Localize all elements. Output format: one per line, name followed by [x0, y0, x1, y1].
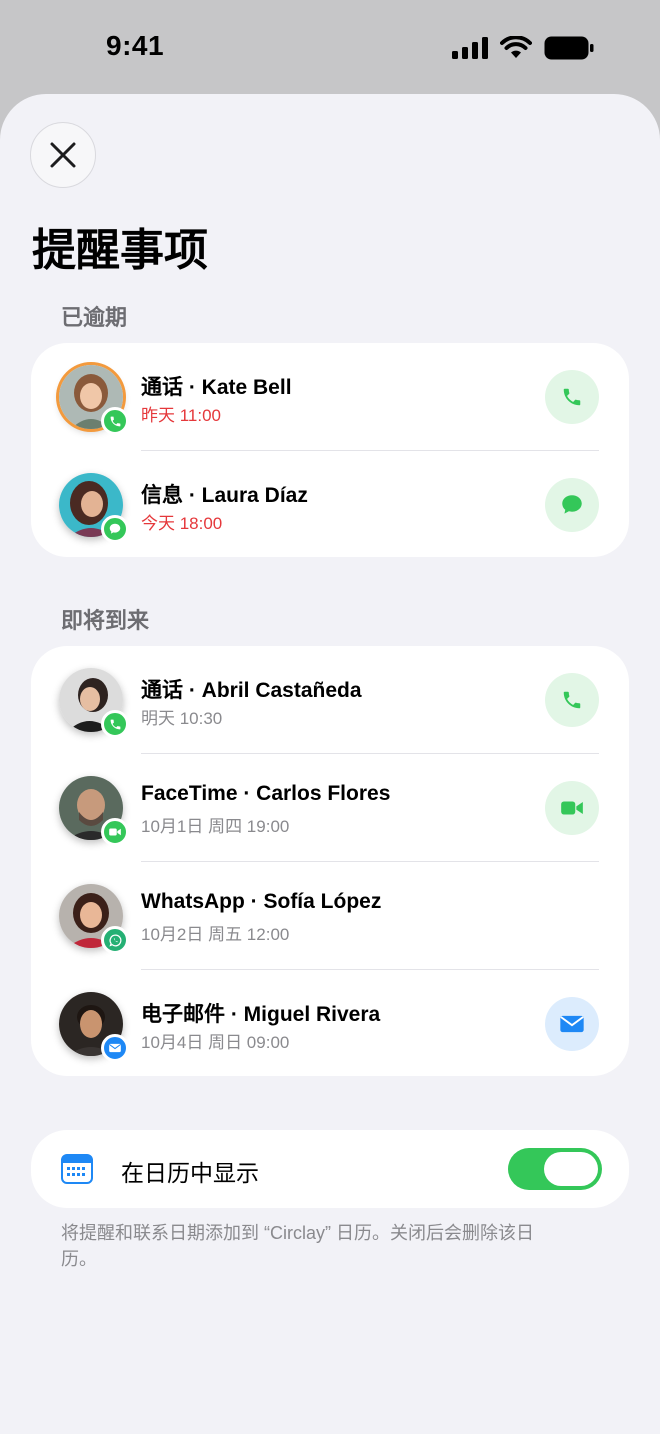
mail-icon: [109, 1043, 121, 1053]
reminder-title: 通话 · Abril Castañeda: [141, 679, 362, 702]
list-item[interactable]: 信息 · Laura Díaz 今天 18:00: [31, 451, 629, 559]
toggle-knob: [544, 1152, 598, 1186]
wifi-icon: [500, 36, 532, 58]
list-item[interactable]: 通话 · Abril Castañeda 明天 10:30: [31, 646, 629, 754]
list-item[interactable]: FaceTime · Carlos Flores 10月1日 周四 19:00: [31, 754, 629, 862]
message-button[interactable]: [545, 478, 599, 532]
reminder-title: 电子邮件 · Miguel Rivera: [141, 1003, 381, 1026]
status-time: 9:41: [106, 30, 165, 61]
avatar-container: [59, 776, 129, 846]
call-button[interactable]: [545, 673, 599, 727]
page-title: 提醒事项: [32, 226, 208, 275]
cellular-signal-icon: [452, 37, 488, 59]
reminder-title: WhatsApp · Sofía López: [141, 890, 382, 913]
reminders-sheet: 提醒事项 已逾期 通话 · Kate Bell 昨天 11:00 信息 · La…: [0, 94, 660, 1434]
avatar-container: [59, 365, 129, 435]
email-badge: [101, 1034, 129, 1062]
video-icon: [109, 828, 121, 836]
reminder-title: 信息 · Laura Díaz: [141, 484, 308, 507]
video-icon: [561, 801, 583, 815]
phone-icon: [110, 719, 120, 729]
call-badge: [101, 407, 129, 435]
call-button[interactable]: [545, 370, 599, 424]
reminder-time: 昨天 11:00: [141, 406, 222, 425]
reminder-time: 10月2日 周五 12:00: [141, 925, 290, 944]
whatsapp-icon: [108, 934, 121, 946]
email-button[interactable]: [545, 997, 599, 1051]
phone-icon: [563, 388, 581, 406]
overdue-card: 通话 · Kate Bell 昨天 11:00 信息 · Laura Díaz …: [31, 343, 629, 557]
upcoming-card: 通话 · Abril Castañeda 明天 10:30 FaceTime ·…: [31, 646, 629, 1076]
close-button[interactable]: [30, 122, 96, 188]
section-header-overdue: 已逾期: [61, 305, 128, 330]
whatsapp-badge: [101, 926, 129, 954]
list-item[interactable]: 通话 · Kate Bell 昨天 11:00: [31, 343, 629, 451]
message-icon: [562, 495, 582, 514]
avatar-container: [59, 668, 129, 738]
facetime-button[interactable]: [545, 781, 599, 835]
avatar-container: [59, 473, 129, 543]
call-badge: [101, 710, 129, 738]
list-item[interactable]: WhatsApp · Sofía López 10月2日 周五 12:00: [31, 862, 629, 970]
phone-icon: [110, 416, 120, 426]
status-icons: [452, 36, 594, 60]
calendar-footnote: 将提醒和联系日期添加到 “Circlay” 日历。关闭后会删除该日历。: [61, 1223, 534, 1269]
calendar-toggle-row: 在日历中显示: [31, 1130, 629, 1208]
reminder-time: 10月1日 周四 19:00: [141, 817, 290, 836]
status-bar: 9:41: [0, 0, 660, 94]
reminder-title: FaceTime · Carlos Flores: [141, 782, 391, 805]
avatar-container: [59, 992, 129, 1062]
facetime-badge: [101, 818, 129, 846]
calendar-icon: [61, 1154, 93, 1184]
reminder-title: 通话 · Kate Bell: [141, 376, 292, 399]
reminder-time: 今天 18:00: [141, 514, 223, 533]
phone-icon: [563, 691, 581, 709]
calendar-toggle-switch[interactable]: [508, 1148, 602, 1190]
battery-icon: [544, 36, 594, 60]
message-icon: [109, 523, 121, 534]
section-header-upcoming: 即将到来: [61, 608, 150, 633]
list-item[interactable]: 电子邮件 · Miguel Rivera 10月4日 周日 09:00: [31, 970, 629, 1078]
reminder-time: 明天 10:30: [141, 709, 223, 728]
message-badge: [101, 515, 129, 543]
avatar-container: [59, 884, 129, 954]
reminder-time: 10月4日 周日 09:00: [141, 1033, 290, 1052]
calendar-toggle-label: 在日历中显示: [121, 1160, 259, 1186]
close-icon: [50, 142, 76, 168]
mail-icon: [560, 1015, 584, 1033]
